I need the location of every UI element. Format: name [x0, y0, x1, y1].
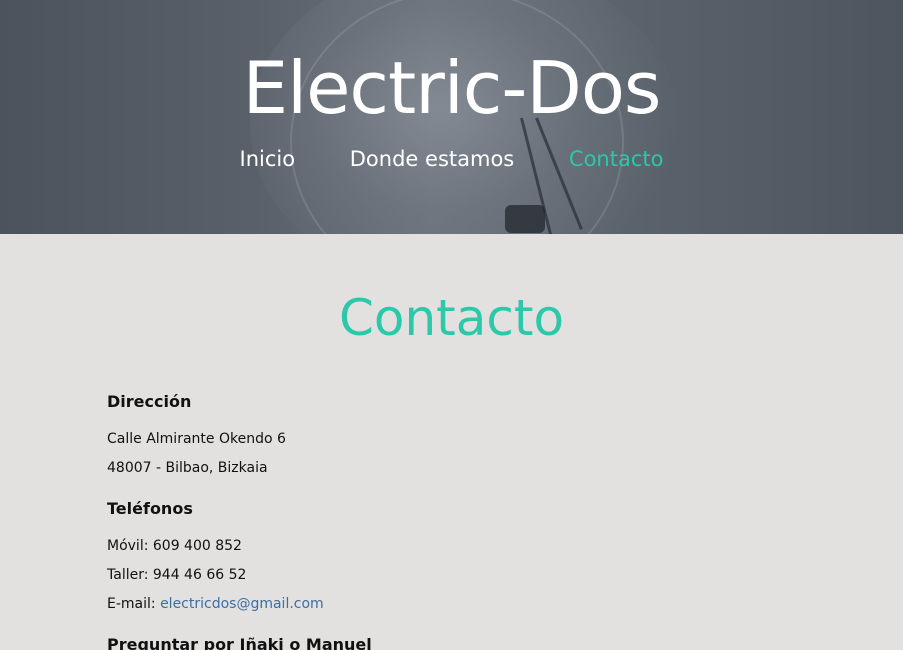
ask-for-heading: Preguntar por Iñaki o Manuel [107, 635, 372, 650]
address-line-2: 48007 - Bilbao, Bizkaia [107, 460, 268, 476]
filament-base [505, 205, 545, 233]
address-heading: Dirección [107, 392, 192, 411]
workshop-phone: Taller: 944 46 66 52 [107, 567, 247, 583]
site-title: Electric-Dos [242, 46, 662, 130]
email-link[interactable]: electricdos@gmail.com [160, 596, 324, 612]
nav-link-inicio[interactable]: Inicio [240, 147, 296, 171]
email-line: E-mail: electricdos@gmail.com [107, 590, 807, 619]
nav-link-donde-estamos[interactable]: Donde estamos [350, 147, 514, 171]
site-header: Electric-Dos Inicio Donde estamos Contac… [0, 0, 903, 234]
email-label: E-mail: [107, 596, 161, 612]
address-line-1: Calle Almirante Okendo 6 [107, 431, 286, 447]
nav-link-contacto[interactable]: Contacto [569, 147, 664, 171]
main-nav: Inicio Donde estamos Contacto [0, 143, 903, 175]
page-title: Contacto [338, 289, 565, 347]
mobile-phone: Móvil: 609 400 852 [107, 538, 242, 554]
main-content: Contacto Dirección Calle Almirante Okend… [0, 234, 903, 650]
phones-heading: Teléfonos [107, 499, 193, 518]
contact-details: Dirección Calle Almirante Okendo 6 48007… [107, 384, 807, 650]
